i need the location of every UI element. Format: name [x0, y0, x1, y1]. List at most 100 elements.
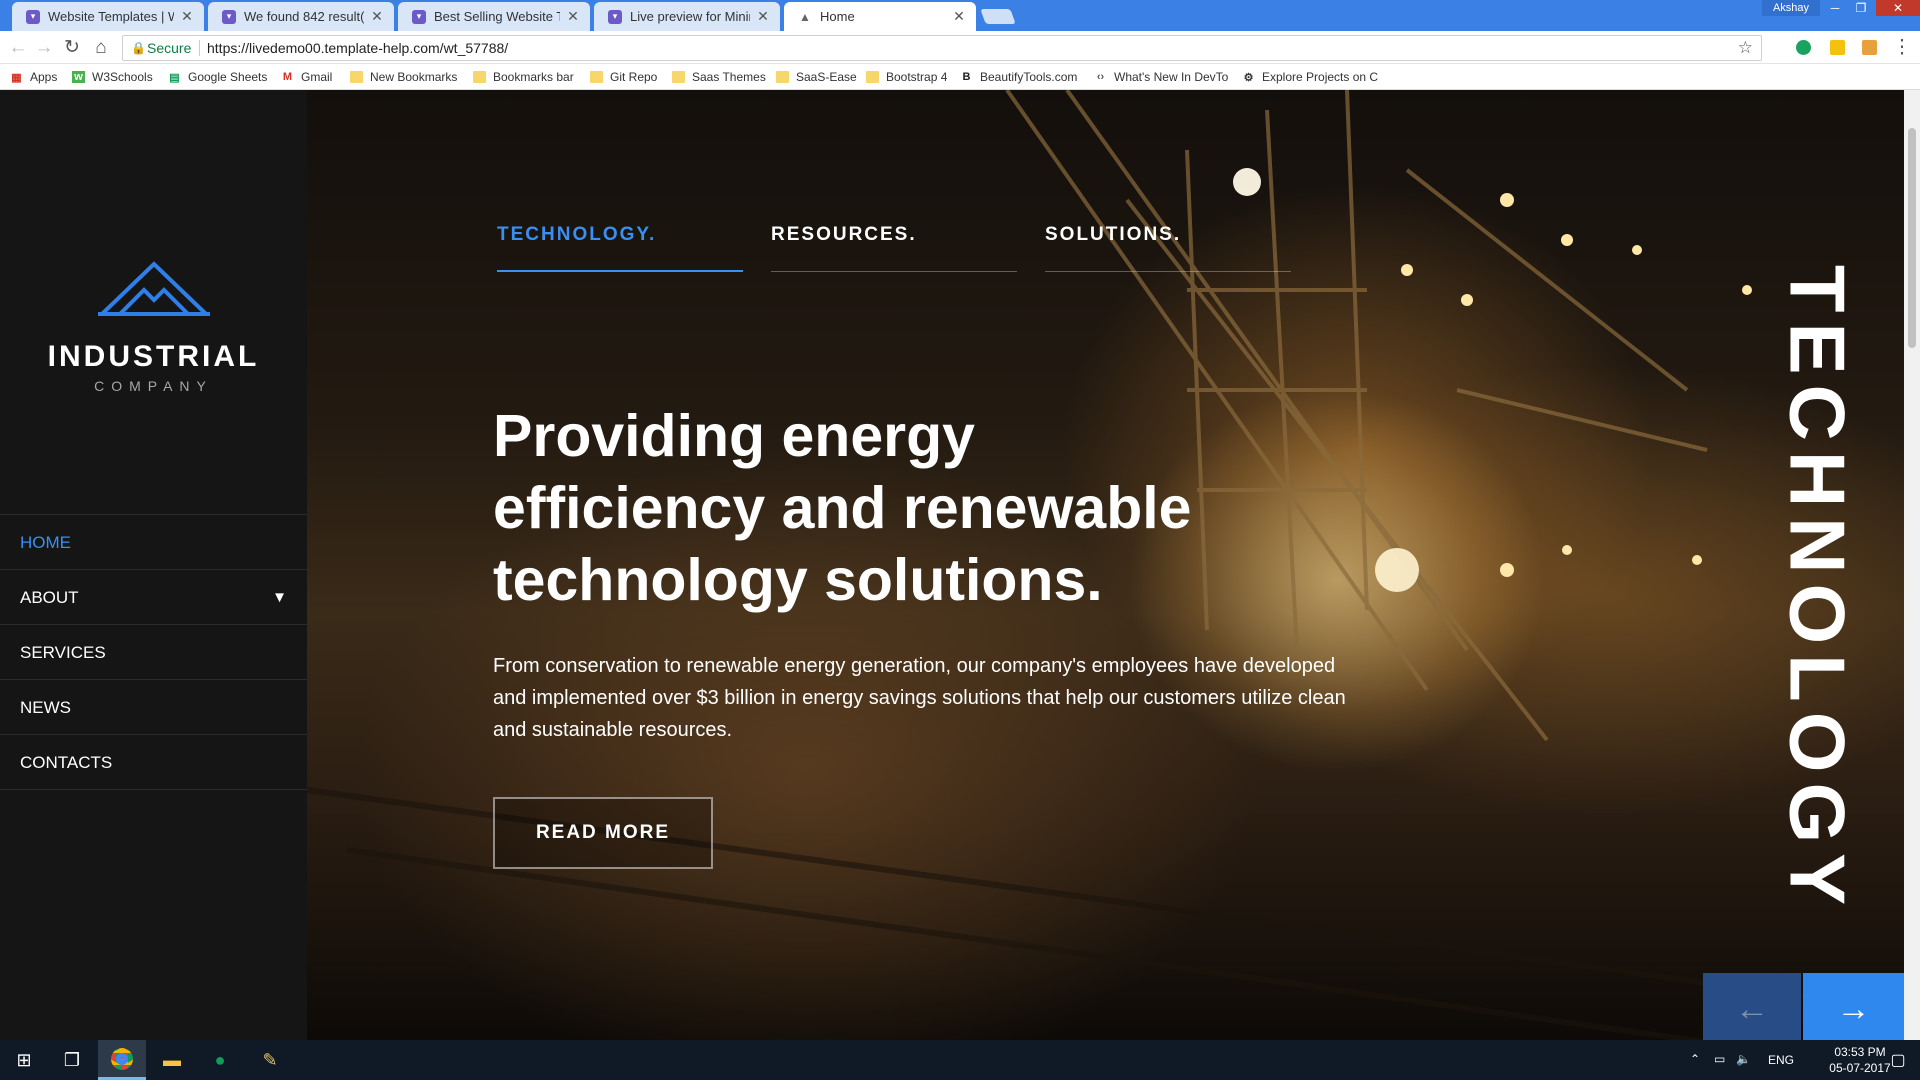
chevron-down-icon[interactable]: ▼	[272, 570, 287, 625]
menu-item-news[interactable]: NEWS	[0, 680, 307, 735]
bookmark-w3schools[interactable]: w W3Schools	[72, 64, 153, 90]
hero-description: From conservation to renewable energy ge…	[493, 655, 1346, 741]
taskbar: ⊞ ❐ ▬ ● ✎ ⌃ ▭ 🔈 ENG 03:53 PM 05-07-2017 …	[0, 1040, 1920, 1080]
new-tab-button[interactable]	[980, 9, 1016, 24]
close-icon[interactable]: ✕	[566, 8, 580, 25]
purple-badge-icon: ▾	[26, 9, 40, 24]
tray-chevron-up-icon[interactable]: ⌃	[1690, 1052, 1700, 1066]
bookmark-star-icon[interactable]: ☆	[1738, 36, 1753, 60]
vertical-slide-label: TECHNOLOGY	[1767, 240, 1867, 940]
brand-name[interactable]: INDUSTRIAL	[0, 340, 307, 374]
tab-technology[interactable]: TECHNOLOGY.	[497, 224, 743, 272]
devtools-icon: ‹›	[1096, 71, 1105, 83]
purple-badge-icon: ▾	[412, 9, 426, 24]
tab-title: Home	[820, 9, 855, 24]
menu-kebab-icon[interactable]: ⋮	[1890, 36, 1914, 60]
hangouts-icon[interactable]: ●	[196, 1040, 244, 1080]
menu-item-home[interactable]: HOME	[0, 515, 307, 570]
vertical-label-text: TECHNOLOGY	[1773, 264, 1862, 916]
secure-label: Secure	[147, 40, 192, 56]
menu-label: CONTACTS	[20, 753, 113, 772]
bookmark-folder[interactable]: Git Repo	[590, 64, 657, 90]
close-icon[interactable]: ✕	[370, 8, 384, 25]
prev-slide-button[interactable]: ←	[1703, 973, 1801, 1040]
tab-resources[interactable]: RESOURCES.	[771, 224, 1017, 272]
restore-icon[interactable]: ❐	[1848, 0, 1874, 16]
language-indicator[interactable]: ENG	[1768, 1053, 1794, 1067]
home-icon[interactable]: ⌂	[89, 36, 113, 60]
browser-tab[interactable]: ▾ Best Selling Website Tem ✕	[398, 2, 590, 31]
bookmark-folder[interactable]: Bookmarks bar	[473, 64, 574, 90]
bookmark-label: Git Repo	[610, 70, 658, 84]
bookmark-folder[interactable]: Saas Themes	[672, 64, 766, 90]
scrollbar-thumb[interactable]	[1908, 128, 1916, 348]
explore-icon: ⚙	[1243, 71, 1254, 84]
beautifytools-icon: B	[962, 71, 971, 83]
menu-item-services[interactable]: SERVICES	[0, 625, 307, 680]
divider	[199, 40, 200, 56]
bookmark-label: New Bookmarks	[370, 70, 458, 84]
menu-item-contacts[interactable]: CONTACTS	[0, 735, 307, 790]
menu-label: HOME	[20, 533, 71, 552]
windows-start-icon[interactable]: ⊞	[0, 1040, 48, 1080]
bookmark-apps[interactable]: ▦ Apps	[10, 64, 57, 90]
extension-icon[interactable]	[1862, 40, 1877, 55]
chrome-taskbar-icon[interactable]	[98, 1040, 146, 1080]
tab-solutions[interactable]: SOLUTIONS.	[1045, 224, 1291, 272]
bookmark-folder[interactable]: Bootstrap 4	[866, 64, 947, 90]
lock-icon: 🔒	[131, 41, 146, 55]
action-center-icon[interactable]: ▢	[1876, 1040, 1920, 1080]
url-text[interactable]: https://livedemo00.template-help.com/wt_…	[207, 36, 508, 60]
brand-subtitle: COMPANY	[94, 378, 213, 394]
tab-title: We found 842 result(s)	[244, 9, 364, 24]
close-icon[interactable]: ✕	[180, 8, 194, 25]
page-scrollbar[interactable]	[1904, 90, 1920, 1040]
extension-icon[interactable]	[1796, 40, 1811, 55]
paint-icon[interactable]: ✎	[246, 1040, 294, 1080]
window-close-icon[interactable]: ✕	[1876, 0, 1920, 16]
back-icon[interactable]: ←	[6, 36, 30, 60]
folder-icon	[473, 71, 486, 83]
browser-tab[interactable]: ▾ Live preview for Mining ✕	[594, 2, 780, 31]
bookmark-devtools[interactable]: ‹› What's New In DevTo	[1094, 64, 1228, 90]
bookmark-google-sheets[interactable]: ▤ Google Sheets	[168, 64, 267, 90]
bookmark-gmail[interactable]: M Gmail	[281, 64, 332, 90]
browser-tab[interactable]: ▾ Website Templates | Web ✕	[12, 2, 204, 31]
hero-headline: Providing energy efficiency and renewabl…	[493, 403, 1192, 613]
browser-toolbar: ← → ↻ ⌂ 🔒 Secure https://livedemo00.temp…	[0, 31, 1920, 64]
next-slide-button[interactable]: →	[1803, 973, 1904, 1040]
purple-badge-icon: ▾	[608, 9, 622, 24]
forward-icon[interactable]: →	[32, 36, 56, 60]
menu-item-about[interactable]: ABOUT ▼	[0, 570, 307, 625]
menu-label: ABOUT	[20, 588, 79, 607]
read-more-button[interactable]: READ MORE	[493, 797, 713, 869]
minimize-icon[interactable]: ─	[1822, 0, 1848, 16]
browser-tab[interactable]: ▾ We found 842 result(s) ✕	[208, 2, 394, 31]
close-icon[interactable]: ✕	[952, 8, 966, 25]
reload-icon[interactable]: ↻	[60, 36, 84, 60]
bookmark-folder[interactable]: SaaS-Ease	[776, 64, 857, 90]
file-explorer-icon[interactable]: ▬	[148, 1040, 196, 1080]
bookmark-label: BeautifyTools.com	[980, 70, 1078, 84]
bookmark-explore-projects[interactable]: ⚙ Explore Projects on C	[1242, 64, 1380, 90]
arrow-right-icon: →	[1836, 990, 1871, 1028]
volume-mute-icon[interactable]: 🔈	[1736, 1052, 1751, 1066]
browser-tab-active[interactable]: ▲ Home ✕	[784, 2, 976, 31]
bookmarks-bar: ▦ Apps w W3Schools ▤ Google Sheets M Gmail N…	[0, 64, 1920, 90]
address-bar[interactable]: 🔒 Secure https://livedemo00.template-hel…	[122, 35, 1762, 61]
apps-grid-icon: ▦	[11, 71, 22, 84]
arrow-left-icon: ←	[1735, 990, 1769, 1028]
sheets-icon: ▤	[169, 71, 180, 84]
task-view-icon[interactable]: ❐	[48, 1040, 96, 1080]
bookmark-beautifytools[interactable]: B BeautifyTools.com	[960, 64, 1078, 90]
folder-icon	[350, 71, 363, 83]
mountain-logo-icon[interactable]	[98, 260, 210, 318]
slide-tabs: TECHNOLOGY. RESOURCES. SOLUTIONS.	[497, 224, 1319, 272]
network-icon[interactable]: ▭	[1714, 1052, 1725, 1066]
close-icon[interactable]: ✕	[756, 8, 770, 25]
profile-button[interactable]: Akshay	[1762, 0, 1820, 16]
extension-star-icon[interactable]	[1830, 40, 1845, 55]
folder-icon	[776, 71, 789, 83]
bookmark-folder[interactable]: New Bookmarks	[350, 64, 457, 90]
folder-icon	[590, 71, 603, 83]
